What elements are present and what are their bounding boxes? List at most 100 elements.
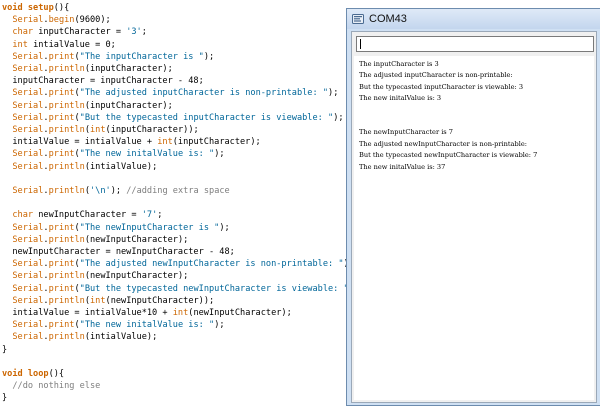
code-token: Serial	[12, 112, 44, 123]
code-token: (newInputCharacter));	[105, 295, 215, 306]
code-token: print	[48, 259, 75, 270]
code-token: //adding extra space	[126, 186, 230, 196]
code-token: '3'	[126, 27, 142, 38]
output-line: The adjusted newInputCharacter is non-pr…	[359, 139, 527, 148]
code-line: Serial.println(inputCharacter);	[2, 100, 172, 112]
text-caret	[360, 39, 361, 49]
code-token: println	[48, 234, 85, 245]
code-line: intialValue = intialValue*10 + int(newIn…	[2, 307, 292, 319]
code-token: Serial	[12, 100, 44, 111]
code-line: char newInputCharacter = '7';	[2, 209, 162, 221]
code-line: Serial.println(newInputCharacter);	[2, 270, 188, 282]
code-line: }	[2, 392, 7, 404]
code-token: int	[172, 308, 189, 318]
code-token: println	[48, 332, 85, 343]
code-token: Serial	[12, 295, 44, 306]
code-token: void	[2, 3, 28, 13]
code-editor[interactable]: void setup(){ Serial.begin(9600); char i…	[0, 0, 346, 406]
code-token: );	[219, 222, 230, 233]
code-token: Serial	[12, 15, 44, 26]
code-token: Serial	[12, 125, 44, 135]
code-token: );	[214, 149, 225, 160]
output-line: But the typecasted inputCharacter is vie…	[359, 82, 524, 91]
code-token: Serial	[12, 149, 44, 160]
code-line: Serial.println('\n'); //adding extra spa…	[2, 185, 230, 197]
serial-monitor-window[interactable]: COM43 The inputCharacter is 3 The adjuste…	[346, 8, 600, 406]
code-token: println	[48, 125, 85, 135]
code-line: Serial.println(inputCharacter);	[2, 63, 172, 75]
code-token: }	[2, 344, 8, 355]
code-token: );	[203, 51, 215, 62]
code-token: (9600);	[74, 15, 111, 26]
code-line: Serial.print("The inputCharacter is ");	[2, 51, 214, 63]
code-token: }	[2, 393, 8, 404]
window-titlebar[interactable]: COM43	[347, 9, 600, 29]
code-line: Serial.print("The adjusted inputCharacte…	[2, 87, 338, 99]
code-token: inputCharacter = inputCharacter - 48;	[2, 76, 204, 87]
code-token: int	[90, 125, 106, 135]
code-token: (){	[48, 369, 65, 379]
code-token: Serial	[12, 222, 44, 233]
code-line: Serial.print("But the typecasted newInpu…	[2, 283, 346, 295]
code-token: "But the typecasted newInputCharacter is…	[79, 283, 346, 294]
code-token: void	[2, 369, 28, 379]
code-line: intialValue = intialValue + int(inputCha…	[2, 136, 261, 148]
code-line: Serial.println(intialValue);	[2, 331, 157, 343]
code-token: newInputCharacter =	[33, 210, 142, 221]
code-token: (newInputCharacter);	[188, 308, 292, 318]
code-token: (newInputCharacter);	[84, 271, 189, 282]
code-token: println	[48, 64, 85, 74]
code-token: print	[48, 222, 75, 233]
code-token: "The newInputCharacter is "	[79, 222, 220, 233]
code-line: }	[2, 344, 7, 356]
output-line: The inputCharacter is 3	[359, 60, 439, 68]
code-line: Serial.println(int(inputCharacter));	[2, 124, 198, 136]
code-token: println	[48, 161, 85, 172]
code-token: print	[48, 149, 75, 160]
code-line: Serial.print("But the typecasted inputCh…	[2, 112, 343, 124]
code-line: Serial.println(int(newInputCharacter));	[2, 295, 214, 307]
output-line: The new initalValue is: 3	[359, 94, 442, 103]
code-token: newInputCharacter = newInputCharacter - …	[2, 247, 235, 257]
code-token: (intialValue);	[84, 332, 158, 343]
code-line: void setup(){	[2, 2, 69, 14]
code-token: intialValue = 0;	[27, 39, 116, 50]
output-line: The new initalValue is: 37	[359, 162, 446, 171]
code-line: //do nothing else	[2, 380, 100, 392]
code-token: (inputCharacter);	[172, 137, 261, 148]
code-token: print	[48, 320, 75, 331]
code-token: );	[110, 186, 127, 196]
code-token: );	[214, 320, 225, 331]
code-token: inputCharacter =	[33, 27, 127, 38]
code-token: intialValue = intialValue*10 +	[2, 308, 173, 318]
serial-output[interactable]: The inputCharacter is 3 The adjusted inpu…	[354, 56, 594, 400]
code-token: Serial	[12, 186, 44, 196]
code-token: char	[12, 210, 34, 221]
code-token: int	[157, 137, 173, 148]
send-input[interactable]	[356, 36, 594, 52]
code-line: inputCharacter = inputCharacter - 48;	[2, 75, 204, 87]
code-line: newInputCharacter = newInputCharacter - …	[2, 246, 235, 258]
code-token: Serial	[12, 320, 44, 331]
code-line: char inputCharacter = '3';	[2, 26, 147, 38]
code-token: print	[48, 112, 75, 123]
code-token: ;	[141, 27, 147, 38]
code-token: int	[90, 295, 106, 306]
serial-monitor-client: The inputCharacter is 3 The adjusted inpu…	[351, 31, 597, 403]
code-token: Serial	[12, 51, 44, 62]
code-line: Serial.begin(9600);	[2, 14, 111, 26]
code-token: '7'	[141, 210, 158, 221]
code-token: Serial	[12, 259, 44, 270]
code-line: Serial.println(newInputCharacter);	[2, 234, 188, 246]
